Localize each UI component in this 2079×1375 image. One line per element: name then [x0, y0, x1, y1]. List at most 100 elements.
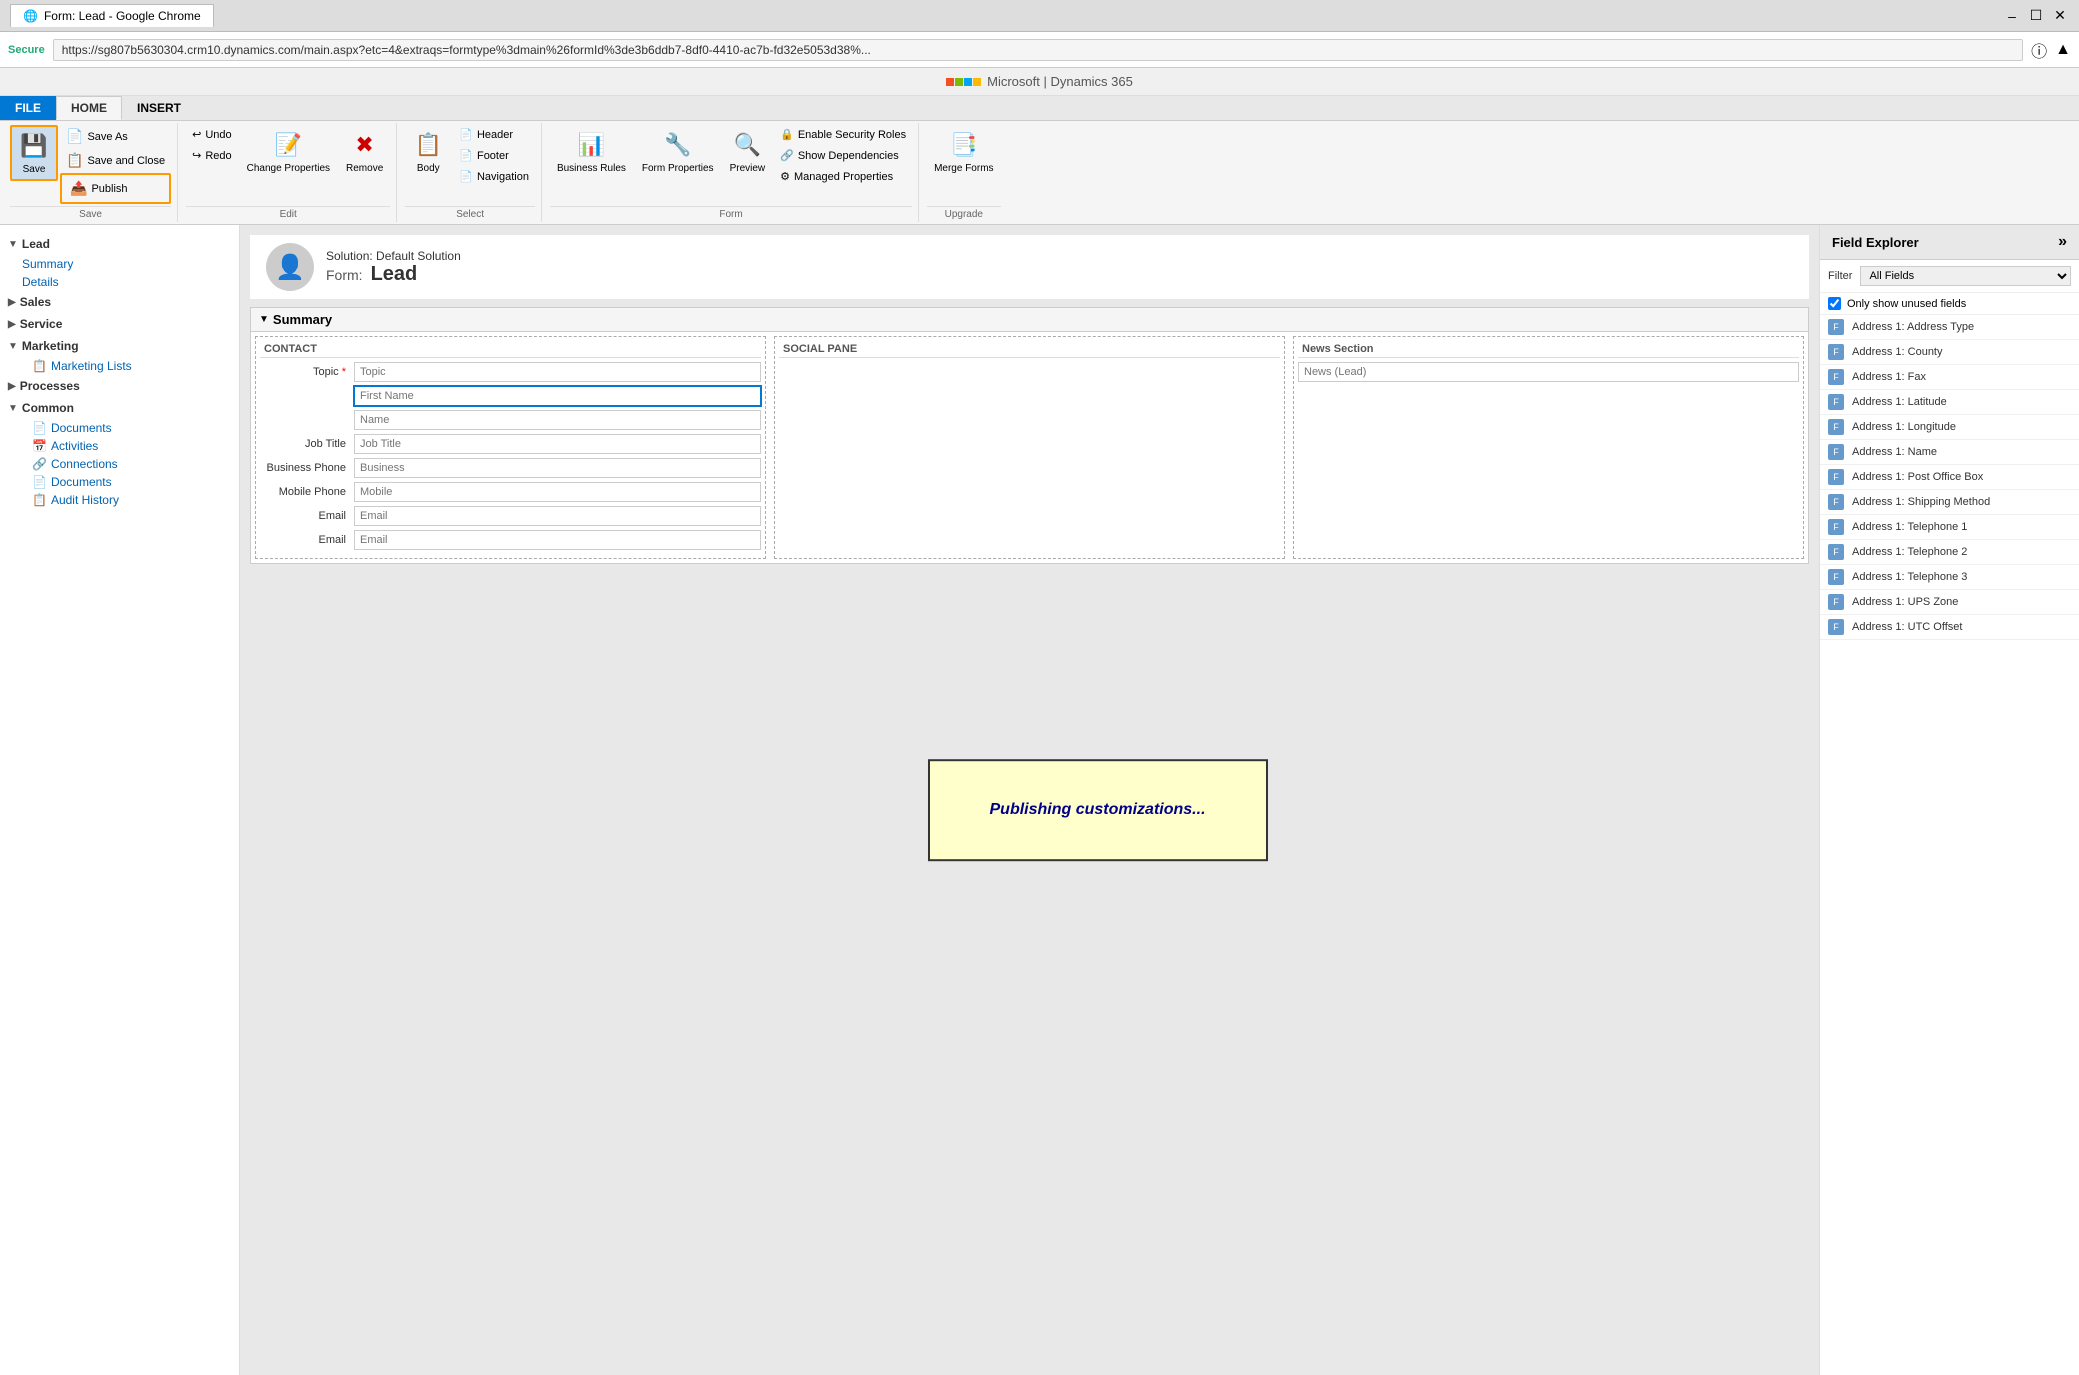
change-properties-button[interactable]: 📝 Change Properties — [240, 125, 337, 179]
field-explorer: Field Explorer » Filter All Fields Only … — [1819, 225, 2079, 1375]
field-item-icon: F — [1828, 319, 1844, 335]
sidebar-item-marketing-lists[interactable]: 📋 Marketing Lists — [0, 357, 239, 375]
upgrade-group-buttons: 📑 Merge Forms — [927, 125, 1000, 204]
sidebar-item-audit-history[interactable]: 📋 Audit History — [0, 491, 239, 509]
jobtitle-input[interactable] — [354, 434, 761, 454]
field-list-item[interactable]: FAddress 1: Name — [1820, 440, 2079, 465]
tab-favicon: 🌐 — [23, 9, 38, 23]
field-item-label: Address 1: Telephone 3 — [1852, 571, 1967, 583]
undo-redo-group: ↩ Undo ↪ Redo — [186, 125, 238, 165]
enable-security-roles-button[interactable]: 🔒 Enable Security Roles — [774, 125, 912, 144]
activities-icon: 📅 — [32, 439, 47, 453]
field-list-item[interactable]: FAddress 1: Shipping Method — [1820, 490, 2079, 515]
filter-select[interactable]: All Fields — [1860, 266, 2071, 286]
undo-button[interactable]: ↩ Undo — [186, 125, 238, 144]
business-rules-button[interactable]: 📊 Business Rules — [550, 125, 633, 179]
field-row-jobtitle: Job Title — [260, 434, 761, 454]
field-item-label: Address 1: Shipping Method — [1852, 496, 1990, 508]
firstname-input[interactable] — [354, 386, 761, 406]
maximize-icon[interactable]: ☐ — [2027, 7, 2045, 25]
sidebar-section-marketing[interactable]: ▼ Marketing — [0, 335, 239, 357]
field-item-icon: F — [1828, 419, 1844, 435]
preview-button[interactable]: 🔍 Preview — [723, 125, 773, 179]
header-label: Header — [477, 129, 513, 141]
form-properties-button[interactable]: 🔧 Form Properties — [635, 125, 721, 179]
select-group-buttons: 📋 Body 📄 Header 📄 Footer 📄 Navigation — [405, 125, 535, 204]
save-as-button[interactable]: 📄 Save As — [60, 125, 171, 148]
sidebar-item-activities[interactable]: 📅 Activities — [0, 437, 239, 455]
security-deps-managed-group: 🔒 Enable Security Roles 🔗 Show Dependenc… — [774, 125, 912, 186]
navigation-button[interactable]: 📄 Navigation — [453, 167, 535, 186]
common-triangle-icon: ▼ — [8, 403, 18, 414]
redo-button[interactable]: ↪ Redo — [186, 146, 238, 165]
field-list-item[interactable]: FAddress 1: Address Type — [1820, 315, 2079, 340]
header-icon: 📄 — [459, 128, 473, 141]
news-column-header: News Section — [1298, 341, 1799, 358]
form-column-social: SOCIAL PANE — [774, 336, 1285, 559]
change-properties-icon: 📝 — [272, 129, 304, 161]
connections-label: Connections — [51, 457, 118, 471]
sidebar-section-lead[interactable]: ▼ Lead — [0, 233, 239, 255]
managed-properties-button[interactable]: ⚙ Managed Properties — [774, 167, 912, 186]
navigation-label: Navigation — [477, 171, 529, 183]
sidebar-section-common[interactable]: ▼ Common — [0, 397, 239, 419]
field-list-item[interactable]: FAddress 1: Latitude — [1820, 390, 2079, 415]
form-properties-label: Form Properties — [642, 163, 714, 175]
field-list-item[interactable]: FAddress 1: UTC Offset — [1820, 615, 2079, 640]
close-icon[interactable]: ✕ — [2051, 7, 2069, 25]
business-rules-icon: 📊 — [575, 129, 607, 161]
remove-button[interactable]: ✖ Remove — [339, 125, 390, 179]
field-list-item[interactable]: FAddress 1: Longitude — [1820, 415, 2079, 440]
field-item-icon: F — [1828, 344, 1844, 360]
browser-tab[interactable]: 🌐 Form: Lead - Google Chrome — [10, 4, 214, 27]
email1-input[interactable] — [354, 506, 761, 526]
marketing-triangle-icon: ▼ — [8, 341, 18, 352]
audit-history-label: Audit History — [51, 493, 119, 507]
sidebar-section-sales[interactable]: ▶ Sales — [0, 291, 239, 313]
footer-button[interactable]: 📄 Footer — [453, 146, 535, 165]
topic-input[interactable] — [354, 362, 761, 382]
publish-button[interactable]: 📤 Publish — [64, 177, 167, 200]
sidebar-item-details[interactable]: Details — [0, 273, 239, 291]
field-list-item[interactable]: FAddress 1: Telephone 3 — [1820, 565, 2079, 590]
security-icon: 🔒 — [780, 128, 794, 141]
sidebar-item-summary[interactable]: Summary — [0, 255, 239, 273]
managed-icon: ⚙ — [780, 170, 790, 183]
field-list-item[interactable]: FAddress 1: Telephone 1 — [1820, 515, 2079, 540]
unused-fields-checkbox[interactable] — [1828, 297, 1841, 310]
sidebar-section-service[interactable]: ▶ Service — [0, 313, 239, 335]
help-icon[interactable]: ⓘ — [2031, 38, 2047, 62]
tab-home[interactable]: HOME — [56, 96, 122, 120]
url-bar[interactable]: https://sg807b5630304.crm10.dynamics.com… — [53, 39, 2023, 61]
name-input[interactable] — [354, 410, 761, 430]
field-list-item[interactable]: FAddress 1: Telephone 2 — [1820, 540, 2079, 565]
tab-insert[interactable]: INSERT — [122, 96, 196, 120]
minimize-icon[interactable]: – — [2003, 7, 2021, 25]
field-list-item[interactable]: FAddress 1: Fax — [1820, 365, 2079, 390]
save-button[interactable]: 💾 Save — [10, 125, 58, 181]
filter-label: Filter — [1828, 270, 1852, 282]
email2-input[interactable] — [354, 530, 761, 550]
form-body: CONTACT Topic Job Title — [251, 332, 1808, 563]
field-list-item[interactable]: FAddress 1: Post Office Box — [1820, 465, 2079, 490]
field-list-item[interactable]: FAddress 1: UPS Zone — [1820, 590, 2079, 615]
tab-file[interactable]: FILE — [0, 96, 56, 120]
field-list-item[interactable]: FAddress 1: County — [1820, 340, 2079, 365]
sidebar-item-documents[interactable]: 📄 Documents — [0, 419, 239, 437]
undo-icon: ↩ — [192, 128, 201, 141]
field-explorer-expand-icon[interactable]: » — [2058, 233, 2067, 251]
news-input[interactable] — [1298, 362, 1799, 382]
body-button[interactable]: 📋 Body — [405, 125, 451, 179]
form-properties-icon: 🔧 — [662, 129, 694, 161]
merge-forms-button[interactable]: 📑 Merge Forms — [927, 125, 1000, 179]
mobilephone-input[interactable] — [354, 482, 761, 502]
show-dependencies-button[interactable]: 🔗 Show Dependencies — [774, 146, 912, 165]
sidebar-section-processes[interactable]: ▶ Processes — [0, 375, 239, 397]
sidebar-item-documents2[interactable]: 📄 Documents — [0, 473, 239, 491]
save-and-close-button[interactable]: 📋 Save and Close — [60, 149, 171, 172]
documents-label: Documents — [51, 421, 112, 435]
header-button[interactable]: 📄 Header — [453, 125, 535, 144]
bizphone-input[interactable] — [354, 458, 761, 478]
settings-icon[interactable]: ▲ — [2055, 41, 2071, 59]
sidebar-item-connections[interactable]: 🔗 Connections — [0, 455, 239, 473]
